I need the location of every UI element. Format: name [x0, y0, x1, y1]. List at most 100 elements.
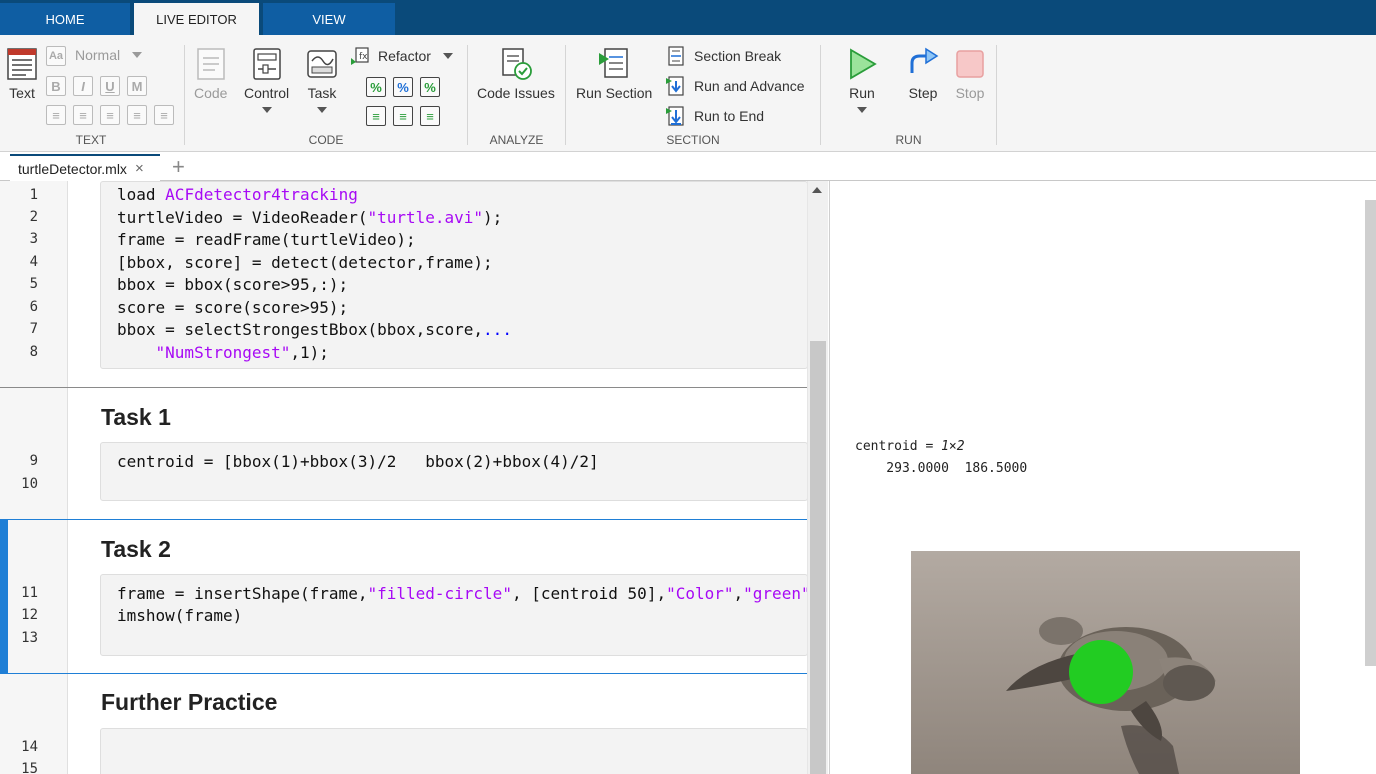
code-text: , [centroid 50],: [511, 584, 667, 603]
code-issues-button[interactable]: Code Issues: [477, 47, 555, 101]
text-group-label: TEXT: [75, 133, 107, 147]
tab-home[interactable]: HOME: [0, 3, 130, 35]
output-scrollbar-thumb[interactable]: [1365, 200, 1376, 666]
section-heading-task-1[interactable]: Task 1: [101, 404, 171, 431]
document-tab[interactable]: turtleDetector.mlx ×: [10, 154, 160, 181]
section-break-button[interactable]: Section Break: [666, 46, 781, 66]
text-icon: [7, 48, 37, 80]
scroll-up-icon[interactable]: [812, 187, 822, 193]
code-icon: [196, 48, 225, 80]
run-section-button[interactable]: Run Section: [576, 47, 652, 101]
numbered-list-icon[interactable]: ≡: [73, 105, 93, 125]
code-string: "turtle.avi": [367, 208, 484, 227]
line-number: 5: [29, 276, 38, 292]
run-and-advance-button[interactable]: Run and Advance: [666, 76, 805, 96]
code-line[interactable]: frame = readFrame(turtleVideo);: [117, 230, 416, 249]
section-divider: [0, 519, 807, 520]
stop-button-label: Stop: [955, 85, 985, 101]
align-left-icon[interactable]: ≡: [100, 105, 120, 125]
code-issues-button-label: Code Issues: [477, 85, 555, 101]
code-line[interactable]: frame = insertShape(frame,"filled-circle…: [117, 584, 811, 603]
run-section-button-label: Run Section: [576, 85, 653, 101]
code-string: "filled-circle": [367, 584, 512, 603]
increase-indent-icon[interactable]: ≡: [420, 106, 440, 126]
code-button-label: Code: [194, 85, 228, 101]
comment-icon[interactable]: %: [366, 77, 386, 97]
code-line[interactable]: turtleVideo = VideoReader("turtle.avi");: [117, 208, 502, 227]
italic-button[interactable]: I: [73, 76, 93, 96]
code-button[interactable]: Code: [194, 47, 227, 101]
uncomment-icon[interactable]: %: [393, 77, 413, 97]
code-line[interactable]: centroid = [bbox(1)+bbox(3)/2 bbox(2)+bb…: [117, 452, 599, 471]
task-button-label: Task: [307, 85, 337, 101]
tab-view[interactable]: VIEW: [263, 3, 395, 35]
align-right-icon[interactable]: ≡: [154, 105, 174, 125]
refactor-icon: fx: [351, 47, 369, 65]
control-icon: [252, 48, 281, 80]
code-line[interactable]: load ACFdetector4tracking: [117, 185, 358, 204]
code-text: ,1);: [290, 343, 329, 362]
section-break-icon: [668, 46, 684, 66]
code-text: );: [483, 208, 503, 227]
underline-button[interactable]: U: [100, 76, 120, 96]
chevron-down-icon: [317, 107, 327, 113]
line-number: 2: [29, 209, 38, 225]
chevron-down-icon: [132, 52, 143, 58]
output-variable-size: 1×2: [941, 439, 965, 454]
ribbon: Text Aa Normal B I U M ≡ ≡ ≡ ≡ ≡ TEXT Co…: [0, 35, 1376, 152]
code-text: frame = insertShape(frame,: [117, 584, 368, 603]
run-and-advance-label: Run and Advance: [694, 78, 805, 94]
code-string: ACFdetector4tracking: [165, 185, 358, 204]
code-block[interactable]: [100, 728, 808, 774]
style-dropdown[interactable]: Normal: [75, 47, 143, 63]
section-break-label: Section Break: [694, 48, 782, 64]
text-button[interactable]: Text: [6, 47, 38, 101]
line-number-gutter: 1 2 3 4 5 6 7 8 9 10 11 12 13 14 15: [0, 181, 68, 774]
tab-live-editor[interactable]: LIVE EDITOR: [134, 3, 259, 35]
stop-button[interactable]: Stop: [955, 47, 985, 101]
text-button-label: Text: [9, 85, 35, 101]
line-number: 9: [29, 453, 38, 469]
run-to-end-label: Run to End: [694, 108, 765, 124]
code-string: "NumStrongest": [155, 343, 291, 362]
divider: [996, 45, 997, 145]
code-line[interactable]: [bbox, score] = detect(detector,frame);: [117, 253, 493, 272]
run-to-end-button[interactable]: Run to End: [666, 106, 764, 126]
divider: [467, 45, 468, 145]
output-variable-line: centroid = 1×2: [855, 439, 965, 454]
figure-output-image[interactable]: [911, 551, 1300, 774]
wrap-comments-icon[interactable]: %: [420, 77, 440, 97]
decrease-indent-icon[interactable]: ≡: [393, 106, 413, 126]
run-icon: [850, 48, 877, 80]
step-button[interactable]: Step: [906, 47, 940, 101]
code-line[interactable]: bbox = bbox(score>95,:);: [117, 275, 348, 294]
control-button[interactable]: Control: [244, 47, 289, 113]
code-line[interactable]: imshow(frame): [117, 606, 242, 625]
analyze-group-label: ANALYZE: [489, 133, 544, 147]
smart-indent-icon[interactable]: ≡: [366, 106, 386, 126]
code-line[interactable]: "NumStrongest",1);: [117, 343, 329, 362]
line-number: 1: [29, 187, 38, 203]
close-icon[interactable]: ×: [135, 160, 144, 177]
output-variable-name: centroid =: [855, 439, 942, 454]
code-issues-icon: [502, 48, 532, 80]
editor-scrollbar-thumb[interactable]: [810, 341, 826, 774]
align-center-icon[interactable]: ≡: [127, 105, 147, 125]
run-button-label: Run: [849, 85, 875, 101]
control-button-label: Control: [244, 85, 290, 101]
code-line[interactable]: bbox = selectStrongestBbox(bbox,score,..…: [117, 320, 512, 339]
run-button[interactable]: Run: [846, 47, 878, 113]
add-tab-icon[interactable]: +: [172, 154, 185, 180]
monospace-button[interactable]: M: [127, 76, 147, 96]
task-button[interactable]: Task: [306, 47, 338, 113]
code-line[interactable]: score = score(score>95);: [117, 298, 348, 317]
bold-button[interactable]: B: [46, 76, 66, 96]
section-heading-task-2[interactable]: Task 2: [101, 536, 171, 563]
code-block[interactable]: [100, 442, 808, 501]
svg-text:fx: fx: [359, 52, 368, 62]
bullet-list-icon[interactable]: ≡: [46, 105, 66, 125]
line-number: 3: [29, 231, 38, 247]
run-group-label: RUN: [895, 133, 922, 147]
section-heading-further-practice[interactable]: Further Practice: [101, 689, 277, 716]
refactor-button[interactable]: fx Refactor: [350, 46, 453, 66]
